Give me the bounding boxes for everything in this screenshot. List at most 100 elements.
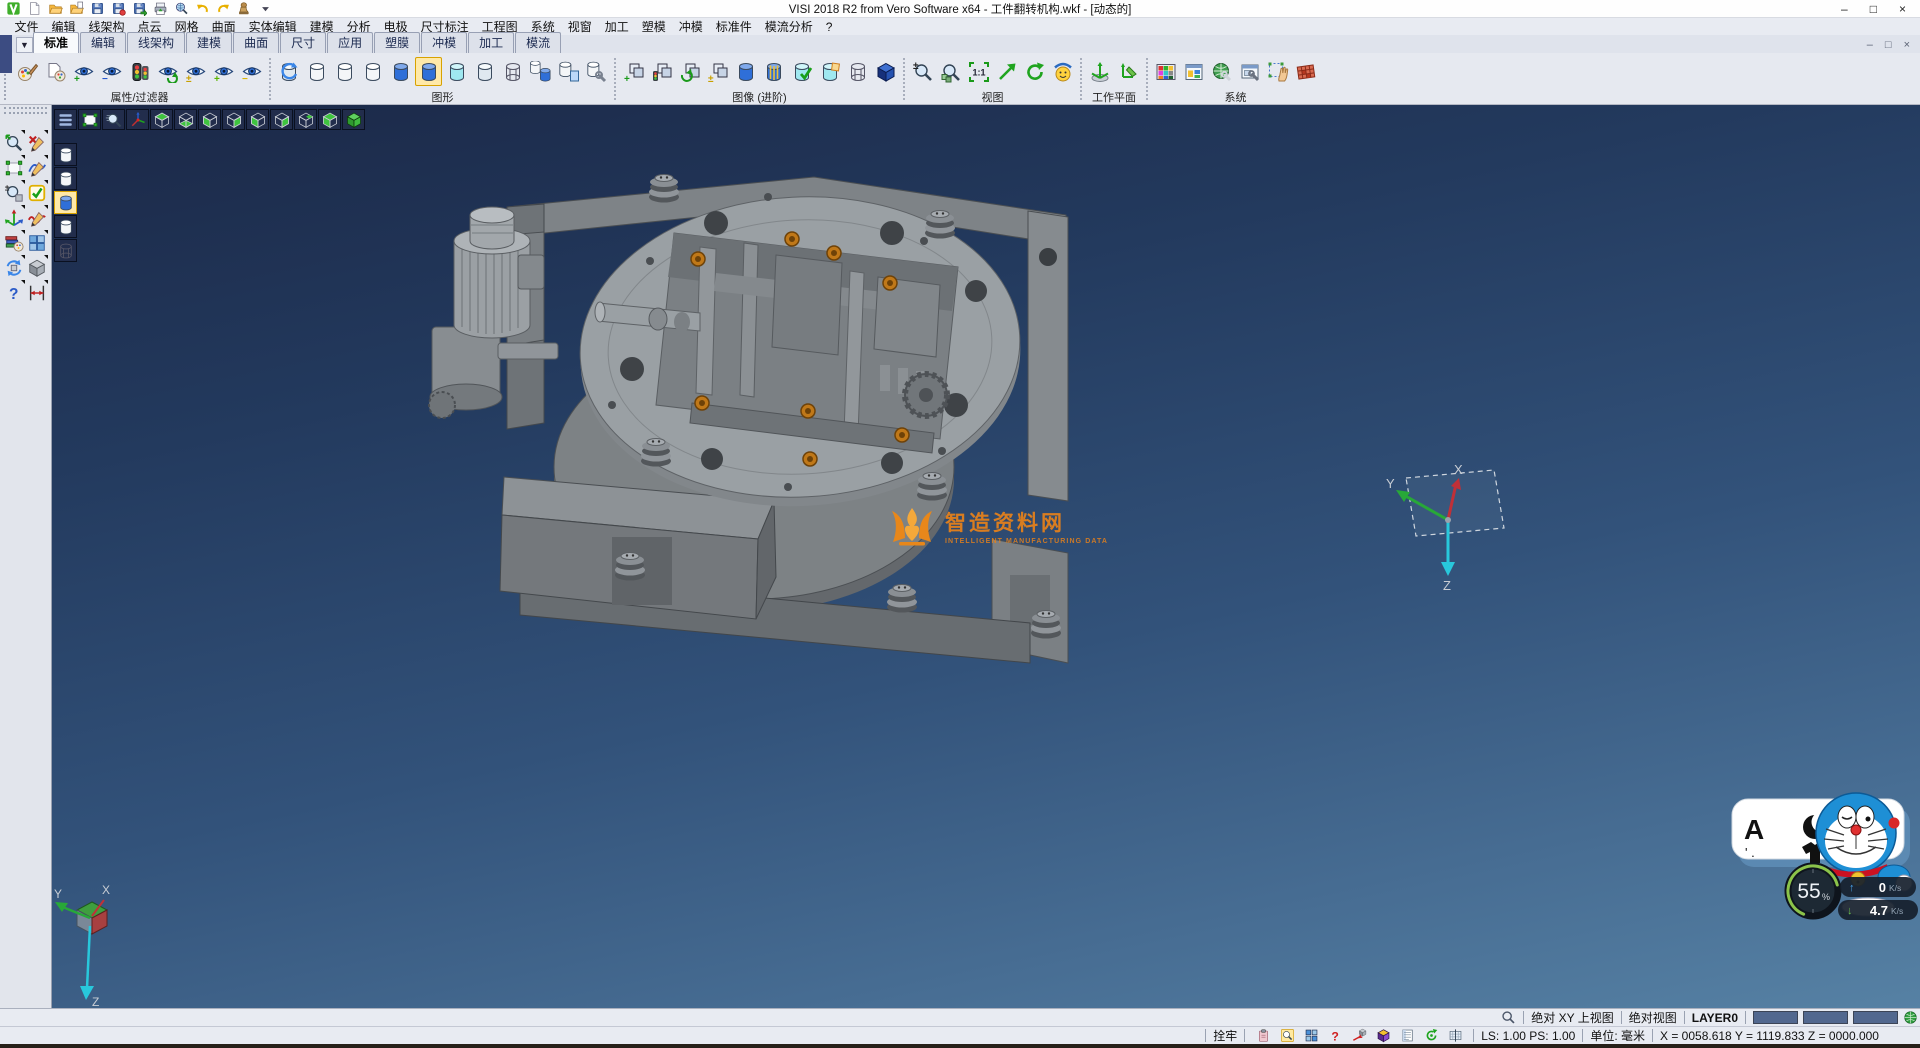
tab-加工[interactable]: 加工 [468,32,514,53]
strip-layer-1-icon[interactable] [54,143,77,166]
viewport-3d[interactable]: X Y Z X Y Z 智造资料网 [52,105,1920,1008]
system-window-icon[interactable] [1236,57,1263,86]
layer-2-icon[interactable] [331,57,358,86]
strip-layer-3-icon[interactable] [54,215,77,238]
status-search-icon[interactable] [1501,1010,1516,1025]
layer-wire-icon[interactable] [499,57,526,86]
status-solid-snap-icon[interactable] [1372,1027,1394,1044]
mdi-close-button[interactable]: × [1904,39,1910,51]
status-clipboard-icon[interactable] [1252,1027,1274,1044]
show-origin-icon[interactable] [126,109,149,130]
render-mode-icon[interactable] [1049,57,1076,86]
toolbar-options-icon[interactable] [256,1,274,17]
visibility-traffic-icon[interactable] [648,57,675,86]
tab-尺寸[interactable]: 尺寸 [280,32,326,53]
tab-编辑[interactable]: 编辑 [80,32,126,53]
menu-?[interactable]: ? [819,20,839,34]
adv-layer-check-icon[interactable] [788,57,815,86]
layer-cyan-icon[interactable] [443,57,470,86]
layer-current-icon[interactable] [415,57,442,86]
show-add-icon[interactable]: + [70,57,97,86]
save-icon[interactable] [88,1,106,17]
status-snap-label[interactable]: 拴牢 [1213,1027,1237,1044]
menu-模流分析[interactable]: 模流分析 [758,18,819,35]
strip-layer-current-icon[interactable] [54,191,77,214]
macro-icon[interactable] [235,1,253,17]
undo-icon[interactable] [193,1,211,17]
visibility-refresh-icon[interactable] [676,57,703,86]
zoom-inout-icon[interactable]: ± [909,57,936,86]
tab-线架构[interactable]: 线架构 [127,32,185,53]
menu-冲模[interactable]: 冲模 [672,18,709,35]
menu-加工[interactable]: 加工 [598,18,635,35]
minimize-button[interactable]: – [1841,1,1848,17]
show-minus-icon[interactable]: − [238,57,265,86]
show-plus-icon[interactable]: + [210,57,237,86]
view-iso-corner-icon[interactable] [294,109,317,130]
system-grid-icon[interactable] [1292,57,1319,86]
system-settings-icon[interactable] [1208,57,1235,86]
adv-layer-tag-icon[interactable] [816,57,843,86]
layer-refresh-icon[interactable] [275,57,302,86]
menu-塑模[interactable]: 塑模 [635,18,672,35]
transform-move-icon[interactable] [2,205,25,230]
solid-display-icon[interactable] [25,255,48,280]
view-bottom-icon[interactable] [174,109,197,130]
menu-视窗[interactable]: 视窗 [561,18,598,35]
attributes-page-icon[interactable] [42,57,69,86]
zoom-1to1-icon[interactable]: 1:1 [965,57,992,86]
tab-曲面[interactable]: 曲面 [233,32,279,53]
delete-entities-icon[interactable] [25,130,48,155]
attributes-brush-icon[interactable] [14,57,41,86]
status-list-icon[interactable] [1396,1027,1418,1044]
palette-drag-handle[interactable] [4,107,47,114]
sketch-curve-icon[interactable] [25,205,48,230]
adv-layer-stripe-icon[interactable] [760,57,787,86]
view-back-icon[interactable] [222,109,245,130]
close-button[interactable]: × [1899,1,1906,17]
status-color-swatch-2[interactable] [1803,1011,1848,1024]
view-iso-half-icon[interactable] [318,109,341,130]
tab-模流[interactable]: 模流 [515,32,561,53]
layer-tools-icon[interactable] [583,57,610,86]
status-globe-icon[interactable] [1903,1010,1918,1025]
help-icon[interactable]: ? [2,280,25,305]
zoom-options-icon[interactable]: ± [2,180,25,205]
status-help-icon[interactable]: ? [1324,1027,1346,1044]
selection-box-icon[interactable] [2,155,25,180]
workplane-triad[interactable]: X Y Z [1382,460,1522,600]
status-grid-snap-icon[interactable] [1300,1027,1322,1044]
export-icon[interactable] [130,1,148,17]
layer-1-icon[interactable] [303,57,330,86]
visi-logo-icon[interactable] [4,1,22,17]
preview-icon[interactable] [172,1,190,17]
entity-attributes-icon[interactable] [2,230,25,255]
view-front-icon[interactable] [198,109,221,130]
zoom-fit-icon[interactable] [78,109,101,130]
visibility-add-icon[interactable]: + [620,57,647,86]
layer-4-icon[interactable] [471,57,498,86]
mdi-minimize-button[interactable]: – [1867,39,1873,51]
desktop-speed-widget[interactable]: A ' . [1718,785,1920,945]
insert-model-icon[interactable] [67,1,85,17]
zoom-elements-icon[interactable] [937,57,964,86]
system-grab-icon[interactable] [1264,57,1291,86]
status-units[interactable]: 单位: 毫米 [1590,1027,1645,1044]
adv-layer-wire-icon[interactable] [844,57,871,86]
open-file-icon[interactable] [46,1,64,17]
zoom-previous-icon[interactable] [102,109,125,130]
redo-icon[interactable] [214,1,232,17]
view-rotate-icon[interactable] [1021,57,1048,86]
regenerate-icon[interactable] [2,255,25,280]
tab-塑膜[interactable]: 塑膜 [374,32,420,53]
measure-distance-icon[interactable] [25,280,48,305]
maximize-button[interactable]: □ [1870,1,1877,17]
tab-标准[interactable]: 标准 [33,32,79,53]
workplane-edit-icon[interactable] [1114,57,1141,86]
viewport-menu-icon[interactable] [54,109,77,130]
show-refresh-icon[interactable] [154,57,181,86]
tab-冲模[interactable]: 冲模 [421,32,467,53]
layer-3-icon[interactable] [359,57,386,86]
layer-group-icon[interactable] [527,57,554,86]
filter-traffic-icon[interactable] [126,57,153,86]
